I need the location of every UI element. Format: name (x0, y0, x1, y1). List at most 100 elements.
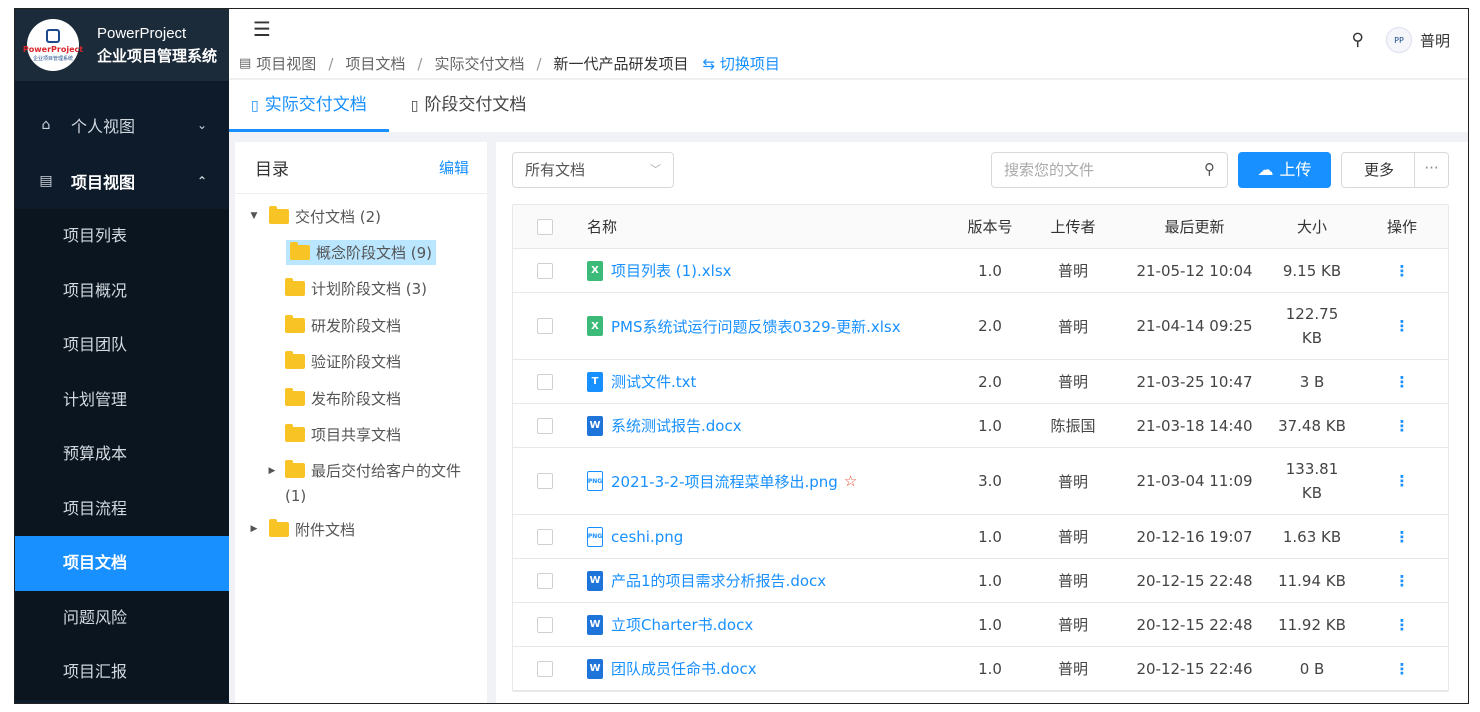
more-ellipsis-icon[interactable]: ··· (1414, 153, 1448, 187)
tree-node-attachments[interactable]: ▶ 附件文档 (235, 511, 487, 547)
breadcrumb-item[interactable]: 项目文档 (345, 53, 405, 74)
app-frame: PowerProject 企业项目管理系统 PowerProject 企业项目管… (14, 8, 1469, 704)
image-file-icon: PNG (587, 526, 603, 547)
row-checkbox[interactable] (537, 528, 553, 545)
filter-select[interactable]: 所有文档 ﹀ (512, 152, 674, 188)
folder-icon (285, 387, 305, 406)
sidebar-item-documents[interactable]: 项目文档 (15, 536, 229, 591)
uploader-cell: 普明 (1057, 472, 1088, 491)
row-actions-icon[interactable]: ⋮ (1362, 373, 1442, 391)
sidebar-item-team[interactable]: 项目团队 (15, 318, 229, 373)
row-checkbox[interactable] (537, 262, 553, 279)
table-row[interactable]: PNG ceshi.png 1.0 普明 20-12-16 19:07 1.63 KB ⋮ (513, 515, 1448, 559)
size-value: 11.94 KB (1278, 571, 1346, 590)
sidebar-item-overview[interactable]: 项目概况 (15, 264, 229, 319)
file-name-link[interactable]: 立项Charter书.docx (611, 614, 753, 635)
caret-right-icon[interactable]: ▶ (265, 466, 279, 476)
row-actions-icon[interactable]: ⋮ (1362, 417, 1442, 435)
uploader-cell: 普明 (1057, 616, 1088, 634)
tree-node-plan[interactable]: 计划阶段文档 (3) (235, 271, 487, 307)
breadcrumb-item[interactable]: 项目视图 (256, 53, 316, 74)
user-name[interactable]: 普明 (1420, 30, 1450, 51)
file-name-link[interactable]: 系统测试报告.docx (611, 415, 742, 436)
file-name-link[interactable]: ceshi.png (611, 528, 683, 546)
tab-stage-delivery[interactable]: ▯ 阶段交付文档 (389, 80, 549, 132)
size-value: 9.15 KB (1282, 261, 1342, 280)
caret-down-icon[interactable]: ▼ (247, 211, 261, 221)
star-icon[interactable]: ☆ (844, 472, 857, 490)
folder-icon (285, 314, 305, 333)
size-cell: 37.48 KB (1262, 414, 1362, 438)
breadcrumb-item[interactable]: 实际交付文档 (434, 53, 524, 74)
table-row[interactable]: T 测试文件.txt 2.0 普明 21-03-25 10:47 3 B ⋮ (513, 360, 1448, 404)
sidebar-item-risks[interactable]: 问题风险 (15, 591, 229, 646)
sidebar-item-plan[interactable]: 计划管理 (15, 373, 229, 428)
sidebar-item-project-list[interactable]: 项目列表 (15, 209, 229, 264)
file-name-link[interactable]: 测试文件.txt (611, 371, 696, 392)
search-icon[interactable]: ⚲ (1204, 160, 1215, 178)
row-actions-icon[interactable]: ⋮ (1362, 660, 1442, 678)
sidebar-item-budget[interactable]: 预算成本 (15, 427, 229, 482)
col-updated[interactable]: 最后更新 (1127, 216, 1262, 237)
tree-node-verify[interactable]: 验证阶段文档 (235, 344, 487, 380)
table-row[interactable]: X PMS系统试运行问题反馈表0329-更新.xlsx 2.0 普明 21-04-14 … (513, 293, 1448, 360)
row-checkbox[interactable] (537, 660, 553, 677)
row-actions-icon[interactable]: ⋮ (1362, 572, 1442, 590)
table-row[interactable]: W 系统测试报告.docx 1.0 陈振国 21-03-18 14:40 37.48 KB… (513, 404, 1448, 448)
switch-project-link[interactable]: ⇆ 切换项目 (703, 53, 780, 74)
upload-button[interactable]: ☁ 上传 (1238, 152, 1331, 188)
file-name-link[interactable]: 2021-3-2-项目流程菜单移出.png (611, 471, 838, 492)
row-actions-icon[interactable]: ⋮ (1362, 616, 1442, 634)
row-checkbox[interactable] (537, 318, 553, 334)
table-row[interactable]: W 立项Charter书.docx 1.0 普明 20-12-15 22:48 11.92… (513, 603, 1448, 647)
col-size[interactable]: 大小 (1262, 215, 1362, 239)
table-row[interactable]: PNG 2021-3-2-项目流程菜单移出.png ☆ 3.0 普明 21-03-04 1… (513, 448, 1448, 515)
table-row[interactable]: W 团队成员任命书.docx 1.0 普明 20-12-15 22:46 0 B ⋮ (513, 647, 1448, 691)
row-actions-icon[interactable]: ⋮ (1362, 262, 1442, 280)
select-all-checkbox[interactable] (537, 218, 553, 235)
sidebar-item-reports[interactable]: 项目汇报 (15, 645, 229, 700)
sidebar-item-process[interactable]: 项目流程 (15, 482, 229, 537)
row-checkbox[interactable] (537, 373, 553, 390)
row-actions-icon[interactable]: ⋮ (1362, 528, 1442, 546)
nav-group-personal[interactable]: ⌂ 个人视图 ⌄ (15, 97, 229, 153)
nav-group-project[interactable]: ▤ 项目视图 ⌃ (15, 153, 229, 209)
tree-node-selected[interactable]: 概念阶段文档 (9) (286, 240, 437, 266)
search-input[interactable] (1004, 153, 1194, 187)
tree-node-shared[interactable]: 项目共享文档 (235, 416, 487, 452)
row-checkbox[interactable] (537, 572, 553, 589)
tab-label: 阶段交付文档 (424, 95, 527, 115)
tab-actual-delivery[interactable]: ▯ 实际交付文档 (229, 80, 389, 132)
menu-fold-icon[interactable]: ☰ (253, 17, 271, 41)
search-icon[interactable]: ⚲ (1352, 30, 1364, 50)
row-checkbox[interactable] (537, 473, 553, 489)
version-cell: 1.0 (978, 261, 1002, 280)
directory-edit-link[interactable]: 编辑 (439, 157, 469, 178)
more-button[interactable]: 更多 (1342, 153, 1416, 187)
row-checkbox[interactable] (537, 616, 553, 633)
tree-node-concept[interactable]: 概念阶段文档 (9) (235, 234, 487, 270)
table-header: 名称 版本号 上传者 最后更新 大小 操作 (513, 205, 1448, 249)
col-version[interactable]: 版本号 (961, 216, 1019, 237)
tree-node-dev[interactable]: 研发阶段文档 (235, 307, 487, 343)
file-name-link[interactable]: 项目列表 (1).xlsx (611, 260, 732, 281)
caret-right-icon[interactable]: ▶ (247, 524, 261, 534)
file-name-link[interactable]: 产品1的项目需求分析报告.docx (611, 570, 826, 591)
table-row[interactable]: X 项目列表 (1).xlsx 1.0 普明 21-05-12 10:04 9.15 KB… (513, 249, 1448, 293)
row-actions-icon[interactable]: ⋮ (1362, 472, 1442, 490)
tree-node-label: 附件文档 (295, 520, 356, 539)
tree-node-delivery[interactable]: ▼ 交付文档 (2) (235, 198, 487, 234)
row-checkbox[interactable] (537, 417, 553, 434)
row-actions-icon[interactable]: ⋮ (1362, 317, 1442, 335)
logo-text: PowerProject (22, 44, 84, 54)
file-name-link[interactable]: 团队成员任命书.docx (611, 658, 757, 679)
table-row[interactable]: W 产品1的项目需求分析报告.docx 1.0 普明 20-12-15 22:48 11.… (513, 559, 1448, 603)
tree-node-release[interactable]: 发布阶段文档 (235, 380, 487, 416)
version-cell: 1.0 (978, 416, 1002, 435)
tab-label: 实际交付文档 (264, 95, 367, 115)
col-uploader[interactable]: 上传者 (1019, 216, 1127, 237)
avatar[interactable]: PP (1385, 27, 1412, 53)
col-name[interactable]: 名称 (577, 216, 961, 237)
select-all-cell (513, 218, 577, 235)
file-name-link[interactable]: PMS系统试运行问题反馈表0329-更新.xlsx (611, 316, 901, 337)
